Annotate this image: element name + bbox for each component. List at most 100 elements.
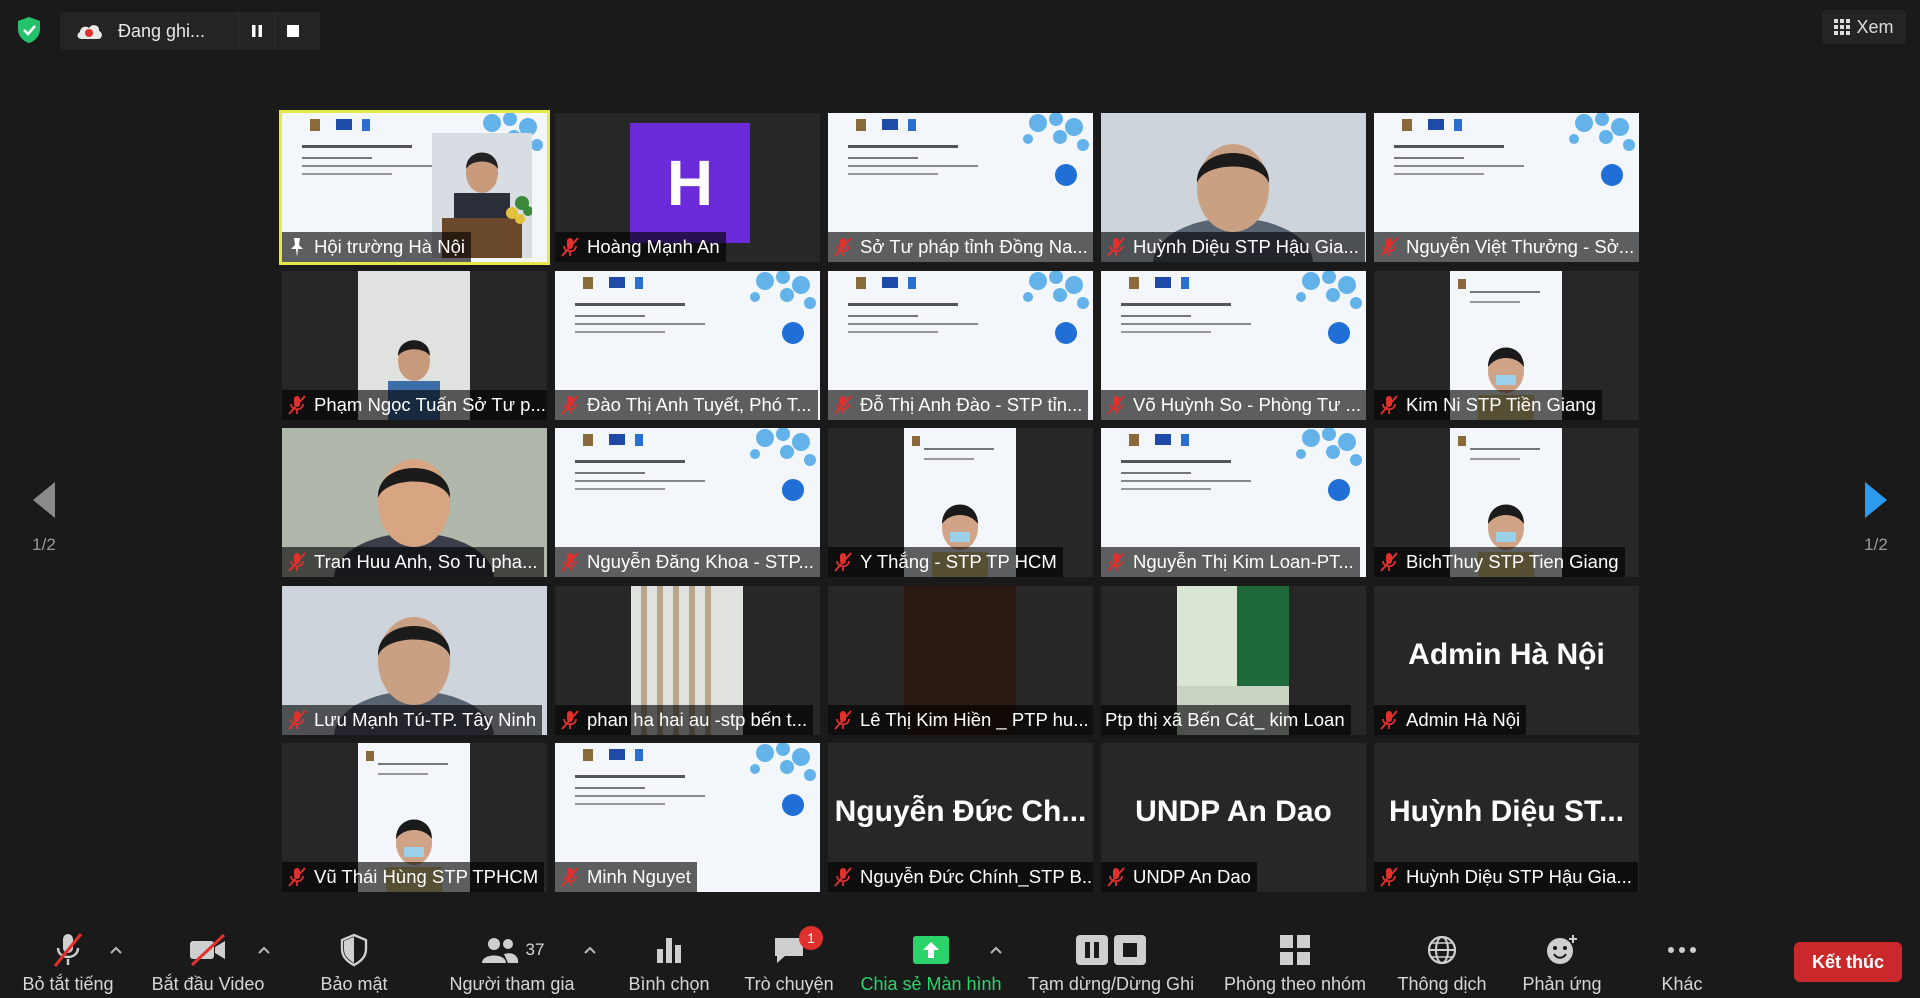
stop-icon — [1114, 935, 1146, 965]
pause-recording-button[interactable] — [238, 12, 274, 50]
chat-button[interactable]: 1 Trò chuyện — [734, 920, 844, 998]
pin-icon — [291, 238, 303, 257]
breakout-rooms-button[interactable]: Phòng theo nhóm — [1218, 920, 1372, 998]
participant-name-label: Minh Nguyet — [555, 862, 697, 892]
participant-tile[interactable]: Nguyễn Thị Kim Loan-PT... — [1101, 428, 1366, 577]
mic-muted-icon — [561, 867, 579, 887]
participant-name: Đỗ Thị Anh Đào - STP tỉn... — [860, 393, 1083, 415]
participant-name: Nguyễn Đức Chính_STP B... — [860, 866, 1093, 887]
participant-name-label: Nguyễn Việt Thưởng - Sở... — [1374, 232, 1639, 262]
participant-name: Võ Huỳnh So - Phòng Tư ... — [1133, 393, 1361, 415]
participant-name-label: Sở Tư pháp tỉnh Đồng Na... — [828, 232, 1093, 262]
participant-tile[interactable]: Phạm Ngọc Tuấn Sở Tư p... — [282, 270, 547, 420]
emoji-plus-icon — [1547, 935, 1577, 964]
participant-name-label: Nguyễn Đăng Khoa - STP... — [555, 547, 820, 577]
participant-tile[interactable]: Huỳnh Diệu ST... Huỳnh Diệu STP Hậu Gia..… — [1374, 743, 1639, 892]
participant-tile[interactable]: Huỳnh Diệu STP Hậu Gia... — [1101, 113, 1366, 262]
video-options-chevron-up-icon[interactable] — [256, 942, 272, 958]
mute-options-chevron-up-icon[interactable] — [108, 942, 124, 958]
bar-chart-icon — [657, 938, 681, 963]
participant-tile[interactable]: Vũ Thái Hùng STP TPHCM — [282, 743, 547, 892]
chat-label: Trò chuyện — [744, 974, 834, 994]
participant-display-name: Admin Hà Nội — [1408, 637, 1605, 671]
participant-name: BichThuy STP Tien Giang — [1406, 551, 1619, 572]
interpretation-label: Thông dịch — [1397, 974, 1487, 994]
mic-muted-icon — [1380, 394, 1398, 415]
mic-muted-icon — [1380, 867, 1398, 887]
video-button[interactable]: Bắt đầu Video — [144, 920, 272, 998]
participant-name: Vũ Thái Hùng STP TPHCM — [314, 866, 539, 887]
participant-tile[interactable]: Lê Thị Kim Hiền _ PTP hu... — [828, 585, 1093, 735]
shield-icon — [340, 933, 368, 967]
view-button[interactable]: Xem — [1822, 10, 1906, 44]
mute-button[interactable]: Bỏ tắt tiếng — [12, 920, 124, 998]
participants-options-chevron-up-icon[interactable] — [582, 942, 598, 958]
participant-tile[interactable]: Sở Tư pháp tỉnh Đồng Na... — [828, 113, 1093, 262]
participant-tile[interactable]: Đỗ Thị Anh Đào - STP tỉn... — [828, 270, 1093, 420]
participant-name-label: Hội trường Hà Nội — [282, 232, 471, 262]
participant-tile[interactable]: BichThuy STP Tien Giang — [1374, 428, 1639, 577]
participant-name-label: Võ Huỳnh So - Phòng Tư ... — [1101, 389, 1366, 420]
reactions-label: Phản ứng — [1522, 974, 1602, 994]
participants-button[interactable]: 37 Người tham gia — [440, 920, 584, 998]
share-options-chevron-up-icon[interactable] — [988, 942, 1004, 958]
participant-name: Nguyễn Việt Thưởng - Sở... — [1406, 236, 1635, 257]
participant-tile[interactable]: Kim Ni STP Tiền Giang — [1374, 270, 1639, 420]
participant-tile[interactable]: Lưu Mạnh Tú-TP. Tây Ninh — [282, 585, 547, 735]
participant-name: Huỳnh Diệu STP Hậu Gia... — [1406, 866, 1632, 887]
more-button[interactable]: Khác — [1630, 920, 1734, 998]
participant-tile[interactable]: Tran Huu Anh, So Tu pha... — [282, 428, 547, 577]
participant-tile[interactable]: UNDP An Dao UNDP An Dao — [1101, 743, 1366, 892]
mic-muted-icon — [53, 933, 83, 967]
participant-name-label: Huỳnh Diệu STP Hậu Gia... — [1374, 862, 1638, 892]
participant-tile[interactable]: Hội trường Hà Nội — [279, 110, 550, 265]
participant-tile[interactable]: Đào Thị Anh Tuyết, Phó T... — [555, 270, 820, 420]
mic-muted-icon — [288, 552, 306, 572]
security-shield-icon[interactable] — [14, 15, 44, 45]
security-label: Bảo mật — [320, 974, 388, 994]
participant-tile[interactable]: Nguyễn Việt Thưởng - Sở... — [1374, 113, 1639, 262]
polls-button[interactable]: Bình chọn — [618, 920, 720, 998]
previous-page[interactable]: 1/2 — [22, 480, 66, 555]
next-page[interactable]: 1/2 — [1854, 480, 1898, 555]
participant-tile[interactable]: phan ha hai au -stp bến t... — [555, 585, 820, 735]
participant-name-label: Huỳnh Diệu STP Hậu Gia... — [1101, 232, 1365, 262]
participant-name: Ptp thị xã Bến Cát_ kim Loan — [1105, 708, 1345, 730]
participant-tile[interactable]: Y Thắng - STP TP HCM — [828, 428, 1093, 577]
participant-name: Kim Ni STP Tiền Giang — [1406, 393, 1596, 415]
interpretation-button[interactable]: Thông dịch — [1384, 920, 1500, 998]
participant-tile[interactable]: H Hoàng Mạnh An — [555, 113, 820, 262]
mic-muted-icon — [1107, 552, 1125, 572]
participant-tile[interactable]: Võ Huỳnh So - Phòng Tư ... — [1101, 270, 1366, 420]
participant-tile[interactable]: Nguyễn Đăng Khoa - STP... — [555, 428, 820, 577]
share-screen-icon — [913, 936, 949, 964]
participant-tile[interactable]: Admin Hà Nội Admin Hà Nội — [1374, 585, 1639, 735]
participant-tile[interactable]: Ptp thị xã Bến Cát_ kim Loan — [1101, 585, 1366, 735]
recording-status: Đang ghi... — [118, 20, 206, 41]
recording-controls-button[interactable]: Tạm dừng/Dừng Ghi — [1020, 920, 1202, 998]
participant-name: Nguyễn Đăng Khoa - STP... — [587, 551, 814, 572]
participant-display-name: UNDP An Dao — [1135, 795, 1332, 828]
participant-name-label: Nguyễn Đức Chính_STP B... — [828, 862, 1093, 892]
participant-name: Lê Thị Kim Hiền _ PTP hu... — [860, 708, 1089, 730]
stop-recording-button[interactable] — [274, 12, 310, 50]
reactions-button[interactable]: Phản ứng — [1510, 920, 1614, 998]
mic-muted-icon — [834, 867, 852, 887]
participant-name: Đào Thị Anh Tuyết, Phó T... — [587, 393, 812, 415]
participant-name-label: Đào Thị Anh Tuyết, Phó T... — [555, 389, 818, 420]
participant-name-label: Lưu Mạnh Tú-TP. Tây Ninh — [282, 704, 543, 735]
participant-name: Lưu Mạnh Tú-TP. Tây Ninh — [314, 708, 537, 730]
page-indicator-right: 1/2 — [1864, 535, 1888, 554]
end-meeting-button[interactable]: Kết thúc — [1794, 942, 1902, 982]
mic-muted-icon — [834, 709, 852, 730]
participant-tile[interactable]: Minh Nguyet — [555, 743, 820, 892]
security-button[interactable]: Bảo mật — [300, 920, 408, 998]
share-screen-button[interactable]: Chia sẻ Màn hình — [854, 920, 1008, 998]
video-grid: Hội trường Hà Nội H Hoàng Mạnh An Sở Tư phá… — [277, 108, 1643, 894]
recording-controls-label: Tạm dừng/Dừng Ghi — [1027, 974, 1195, 994]
participant-name: Y Thắng - STP TP HCM — [860, 551, 1057, 572]
participant-tile[interactable]: Nguyễn Đức Ch... Nguyễn Đức Chính_STP B..… — [828, 743, 1093, 892]
participant-name: Minh Nguyet — [587, 866, 691, 887]
mic-muted-icon — [1380, 552, 1398, 572]
participant-name-label: Vũ Thái Hùng STP TPHCM — [282, 862, 545, 892]
